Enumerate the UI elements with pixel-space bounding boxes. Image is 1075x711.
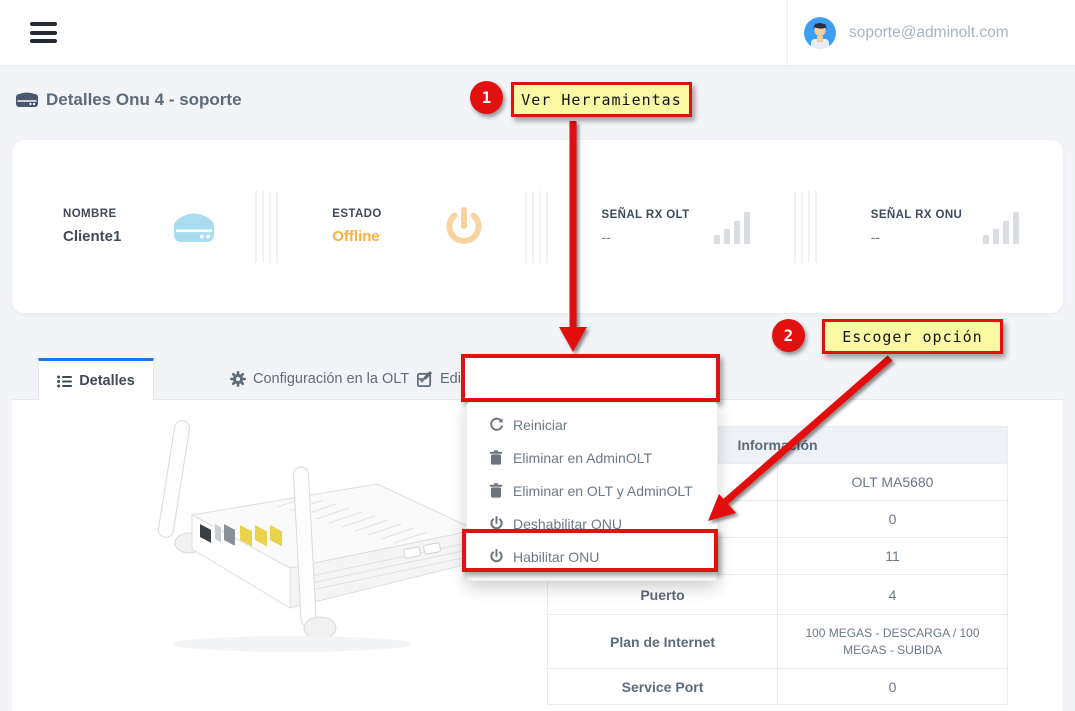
onu-stats-card: NOMBRE Cliente1 ESTADO Offline — [12, 140, 1063, 313]
annotation-box-habilitar-onu — [462, 529, 718, 572]
user-avatar — [804, 17, 836, 49]
table-row: Service Port 0 — [548, 669, 1008, 705]
annotation-step-1-badge: 1 — [470, 81, 503, 114]
top-navbar: soporte@adminolt.com — [0, 0, 1075, 66]
menu-item-label: Reiniciar — [513, 417, 567, 433]
stat-estado: ESTADO Offline — [281, 206, 524, 248]
stat-divider — [255, 191, 281, 263]
table-row: Plan de Internet 100 MEGAS - DESCARGA / … — [548, 615, 1008, 669]
tab-label: Detalles — [79, 373, 135, 389]
menu-item-label: Eliminar en OLT y AdminOLT — [513, 483, 693, 499]
page-title: Detalles Onu 4 - soporte — [46, 90, 242, 110]
edit-icon — [417, 371, 433, 387]
annotation-step-2-badge: 2 — [772, 319, 805, 352]
menu-item-label: Eliminar en AdminOLT — [513, 450, 652, 466]
onu-router-image — [52, 412, 482, 667]
stat-value: -- — [871, 229, 963, 245]
menu-item-eliminar-adminolt[interactable]: Eliminar en AdminOLT — [467, 441, 717, 474]
user-menu[interactable]: soporte@adminolt.com — [787, 0, 1057, 65]
tab-detalles[interactable]: Detalles — [38, 358, 154, 401]
server-icon — [173, 211, 215, 243]
stat-senal-rx-olt: SEÑAL RX OLT -- — [551, 208, 794, 246]
menu-item-reiniciar[interactable]: Reiniciar — [467, 408, 717, 441]
row-value: 100 MEGAS - DESCARGA / 100 MEGAS - SUBID… — [778, 615, 1008, 669]
annotation-label-ver-herramientas: Ver Herramientas — [511, 82, 692, 117]
row-value: 0 — [778, 501, 1008, 538]
stat-label: SEÑAL RX ONU — [871, 209, 963, 221]
stat-nombre: NOMBRE Cliente1 — [12, 208, 255, 245]
list-icon — [57, 375, 72, 388]
stat-divider — [794, 191, 820, 263]
stat-value: -- — [602, 229, 690, 245]
annotation-box-herramientas — [461, 354, 720, 402]
row-value: 0 — [778, 669, 1008, 705]
stat-divider — [525, 191, 551, 263]
row-label: Service Port — [548, 669, 778, 705]
stat-senal-rx-onu: SEÑAL RX ONU -- — [820, 208, 1063, 246]
tab-configuracion-olt[interactable]: Configuración en la OLT — [230, 358, 426, 400]
user-email: soporte@adminolt.com — [849, 24, 1009, 42]
trash-icon — [488, 450, 504, 465]
gear-icon — [230, 371, 246, 387]
tab-label: Configuración en la OLT — [253, 371, 409, 387]
row-value: OLT MA5680 — [778, 464, 1008, 501]
page-title-row: Detalles Onu 4 - soporte — [16, 90, 242, 110]
power-icon — [443, 206, 485, 248]
signal-bars-icon — [712, 208, 754, 246]
row-label: Plan de Internet — [548, 615, 778, 669]
annotation-label-escoger-opcion: Escoger opción — [822, 319, 1003, 354]
menu-item-eliminar-olt-adminolt[interactable]: Eliminar en OLT y AdminOLT — [467, 474, 717, 507]
signal-bars-icon — [981, 208, 1023, 246]
row-value: 4 — [778, 575, 1008, 615]
stat-label: SEÑAL RX OLT — [602, 209, 690, 221]
stat-value: Cliente1 — [63, 228, 121, 245]
menu-toggle-icon[interactable] — [30, 22, 58, 44]
refresh-icon — [488, 417, 504, 432]
row-value: 11 — [778, 538, 1008, 575]
status-badge: Offline — [332, 228, 381, 245]
stat-label: NOMBRE — [63, 208, 121, 220]
trash-icon — [488, 483, 504, 498]
stat-label: ESTADO — [332, 208, 381, 220]
onu-device-icon — [16, 92, 38, 109]
